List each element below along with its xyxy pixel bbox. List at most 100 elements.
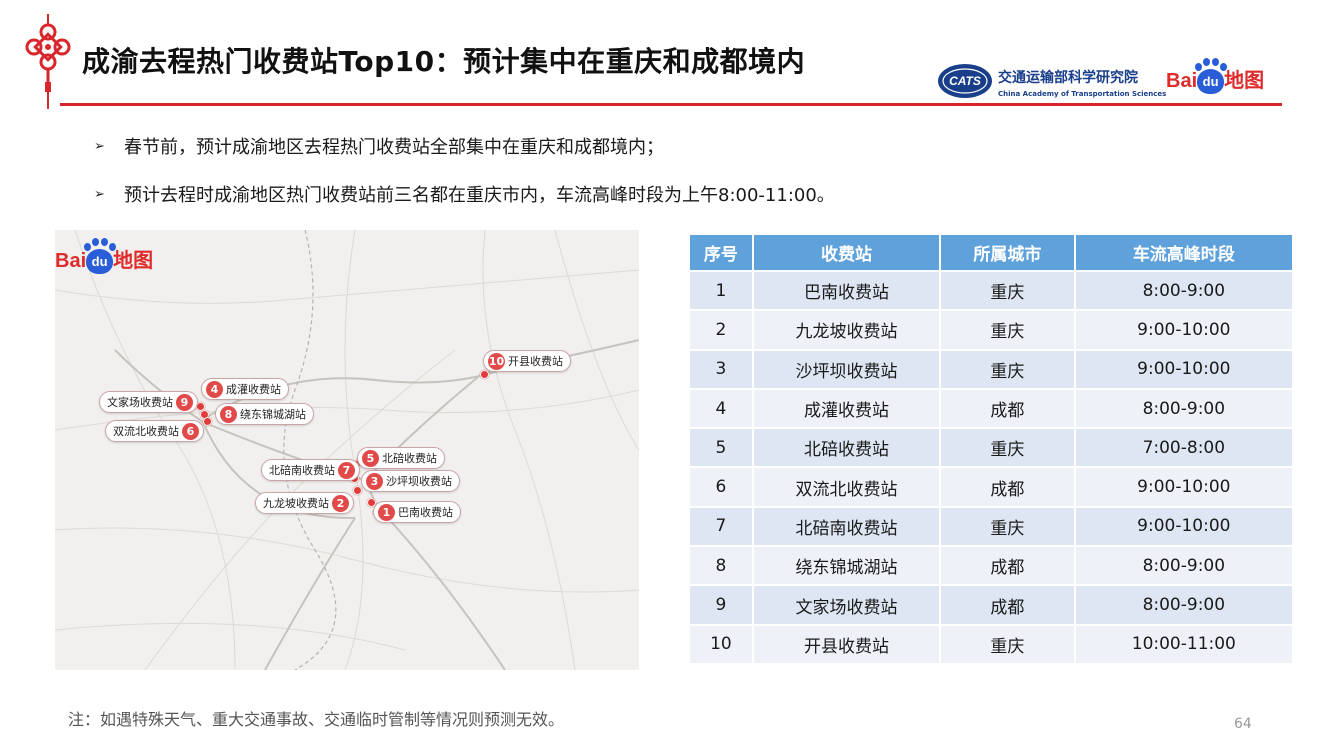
- marker-rank: 1: [378, 503, 395, 521]
- cell-city: 重庆: [939, 348, 1076, 390]
- cell-city: 重庆: [939, 269, 1076, 312]
- cell-city: 重庆: [939, 427, 1076, 469]
- marker-label: 沙坪坝收费站: [386, 475, 452, 488]
- table-row: 4 成灌收费站 成都 8:00-9:00: [688, 387, 1295, 430]
- org-name-cn: 交通运输部科学研究院: [998, 70, 1138, 86]
- baidu-logo-bai: Bai: [55, 250, 87, 272]
- cell-rank: 4: [688, 387, 754, 430]
- marker-rank: 2: [332, 494, 349, 512]
- marker-rank: 8: [220, 405, 237, 423]
- bullet-text: 春节前，预计成渝地区去程热门收费站全部集中在重庆和成都境内；: [124, 137, 664, 158]
- baidu-paw-icon: du: [1195, 58, 1228, 94]
- cell-station: 文家场收费站: [751, 584, 942, 626]
- map-pin[interactable]: [480, 370, 489, 379]
- map-marker-beibei[interactable]: 5 北碚收费站: [357, 447, 445, 469]
- cell-rank: 5: [688, 427, 754, 469]
- map-marker-shuangliubei[interactable]: 6 双流北收费站: [105, 420, 204, 442]
- org-name-en: China Academy of Transportation Sciences: [998, 90, 1167, 98]
- marker-label: 双流北收费站: [113, 425, 179, 438]
- marker-rank: 4: [206, 380, 223, 398]
- cell-station: 北碚收费站: [751, 427, 942, 469]
- table-row: 3 沙坪坝收费站 重庆 9:00-10:00: [688, 348, 1295, 390]
- cell-city: 成都: [939, 387, 1076, 430]
- cell-rank: 6: [688, 466, 754, 508]
- marker-rank: 7: [338, 461, 355, 479]
- table-row: 10 开县收费站 重庆 10:00-11:00: [688, 623, 1295, 665]
- cats-logo-icon: CATS: [938, 64, 992, 98]
- org-name: 交通运输部科学研究院 China Academy of Transportati…: [998, 67, 1166, 98]
- marker-label: 开县收费站: [508, 355, 563, 368]
- cell-station: 沙坪坝收费站: [751, 348, 942, 390]
- marker-label: 绕东锦城湖站: [240, 408, 306, 421]
- baidu-logo-map: 地图: [1224, 68, 1265, 92]
- cell-peak: 7:00-8:00: [1073, 427, 1295, 469]
- marker-rank: 6: [182, 422, 199, 440]
- marker-label: 北碚收费站: [382, 452, 437, 465]
- marker-label: 成灌收费站: [226, 383, 281, 396]
- cell-city: 重庆: [939, 309, 1076, 351]
- table-row: 9 文家场收费站 成都 8:00-9:00: [688, 584, 1295, 626]
- table-row: 2 九龙坡收费站 重庆 9:00-10:00: [688, 309, 1295, 351]
- table-header-row: 序号 收费站 所属城市 车流高峰时段: [688, 233, 1295, 272]
- baidu-logo-du: du: [91, 254, 108, 269]
- cell-city: 成都: [939, 466, 1076, 508]
- cell-rank: 1: [688, 269, 754, 312]
- map-marker-chengguan[interactable]: 4 成灌收费站: [201, 378, 289, 400]
- marker-label: 九龙坡收费站: [263, 497, 329, 510]
- page-number: 64: [1234, 716, 1252, 732]
- page-title: 成渝去程热门收费站Top10：预计集中在重庆和成都境内: [82, 45, 806, 78]
- baidu-logo-du: du: [1202, 74, 1219, 89]
- map-pin[interactable]: [353, 486, 362, 495]
- cell-rank: 8: [688, 545, 754, 587]
- cell-station: 巴南收费站: [751, 269, 942, 312]
- table-row: 7 北碚南收费站 重庆 9:00-10:00: [688, 505, 1295, 548]
- marker-rank: 5: [362, 449, 379, 467]
- map-marker-beibeinan[interactable]: 7 北碚南收费站: [261, 459, 360, 481]
- footnote: 注：如遇特殊天气、重大交通事故、交通临时管制等情况则预测无效。: [68, 710, 565, 729]
- cell-peak: 10:00-11:00: [1073, 623, 1295, 665]
- cell-peak: 9:00-10:00: [1073, 466, 1295, 508]
- cell-rank: 10: [688, 623, 754, 665]
- map-pin[interactable]: [203, 417, 212, 426]
- marker-rank: 9: [176, 393, 193, 411]
- table-row: 6 双流北收费站 成都 9:00-10:00: [688, 466, 1295, 508]
- cell-station: 开县收费站: [751, 623, 942, 665]
- cell-rank: 7: [688, 505, 754, 548]
- col-header-city: 所属城市: [939, 233, 1076, 272]
- cell-city: 成都: [939, 584, 1076, 626]
- marker-label: 文家场收费站: [107, 396, 173, 409]
- toll-station-map[interactable]: Bai du 地图 10 开县收费站 4 成灌收费站 9 文家场收费站 8 绕东锦城湖站 6…: [55, 230, 639, 670]
- cell-station: 成灌收费站: [751, 387, 942, 430]
- table-row: 5 北碚收费站 重庆 7:00-8:00: [688, 427, 1295, 469]
- map-marker-kaixian[interactable]: 10 开县收费站: [483, 350, 571, 372]
- cell-station: 双流北收费站: [751, 466, 942, 508]
- map-marker-banan[interactable]: 1 巴南收费站: [373, 501, 461, 523]
- chinese-knot-icon: [25, 14, 71, 109]
- cell-city: 重庆: [939, 505, 1076, 548]
- cell-station: 绕东锦城湖站: [751, 545, 942, 587]
- bullet-arrow-icon: ➢: [94, 186, 105, 202]
- map-marker-raodong[interactable]: 8 绕东锦城湖站: [215, 403, 314, 425]
- cell-peak: 9:00-10:00: [1073, 505, 1295, 548]
- cell-station: 北碚南收费站: [751, 505, 942, 548]
- table-row: 8 绕东锦城湖站 成都 8:00-9:00: [688, 545, 1295, 587]
- marker-rank: 3: [366, 472, 383, 490]
- bullet-item: ➢ 春节前，预计成渝地区去程热门收费站全部集中在重庆和成都境内；: [94, 134, 835, 158]
- col-header-peak: 车流高峰时段: [1073, 233, 1295, 272]
- map-marker-wenjiachang[interactable]: 9 文家场收费站: [99, 391, 198, 413]
- marker-label: 北碚南收费站: [269, 464, 335, 477]
- cell-city: 重庆: [939, 623, 1076, 665]
- marker-rank: 10: [488, 352, 505, 370]
- title-divider: [60, 103, 1282, 106]
- marker-label: 巴南收费站: [398, 506, 453, 519]
- baidu-logo-bai: Bai: [1166, 70, 1198, 92]
- cell-peak: 8:00-9:00: [1073, 269, 1295, 312]
- cell-peak: 9:00-10:00: [1073, 348, 1295, 390]
- map-marker-shapingba[interactable]: 3 沙坪坝收费站: [361, 470, 460, 492]
- map-marker-jiulongpo[interactable]: 2 九龙坡收费站: [255, 492, 354, 514]
- cell-peak: 9:00-10:00: [1073, 309, 1295, 351]
- cell-rank: 2: [688, 309, 754, 351]
- cell-peak: 8:00-9:00: [1073, 545, 1295, 587]
- baidu-paw-icon: du: [84, 238, 117, 274]
- cell-city: 成都: [939, 545, 1076, 587]
